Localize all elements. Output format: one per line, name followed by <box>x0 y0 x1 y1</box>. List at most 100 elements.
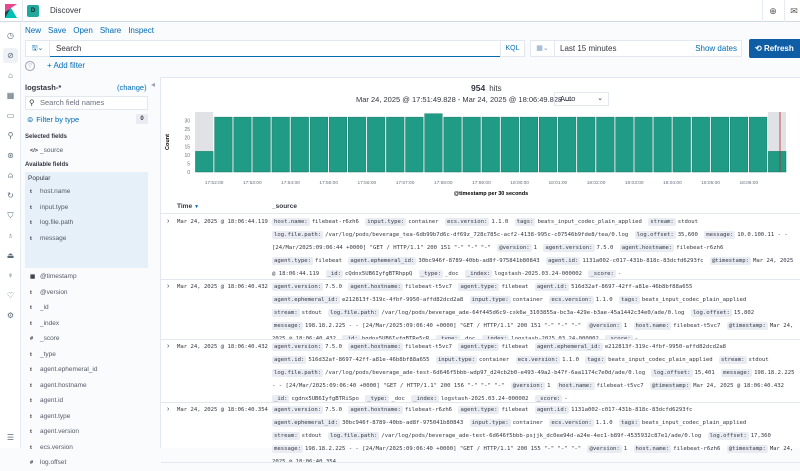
histogram-bar[interactable] <box>481 116 500 173</box>
refresh-button[interactable]: ⟲ Refresh <box>749 39 800 58</box>
histogram-bar[interactable] <box>749 116 768 173</box>
show-dates-link[interactable]: Show dates <box>695 44 737 53</box>
monitoring-heart-icon[interactable]: ♡ <box>5 290 16 301</box>
open-button[interactable]: Open <box>73 26 93 35</box>
histogram-bar[interactable] <box>768 151 787 173</box>
histogram-bar[interactable] <box>424 113 443 173</box>
field-item[interactable]: # log.offset <box>25 455 148 470</box>
histogram-bar[interactable] <box>214 116 233 173</box>
canvas-icon[interactable]: ▭ <box>5 110 16 121</box>
field-item[interactable]: t input.type <box>25 200 148 215</box>
expand-chevron-icon[interactable]: › <box>167 343 169 350</box>
histogram-bar[interactable] <box>500 116 519 173</box>
histogram-bar[interactable] <box>519 116 538 173</box>
histogram-bar[interactable] <box>195 151 214 173</box>
histogram-bar[interactable] <box>691 116 710 173</box>
source-field: _index: logstash-2025.03.24-000002 <box>411 395 528 402</box>
field-item[interactable]: t _id <box>25 300 148 315</box>
help-icon[interactable]: ⊕ <box>768 6 778 16</box>
histogram-bar[interactable] <box>405 116 424 173</box>
kql-toggle[interactable]: KQL <box>500 41 524 56</box>
histogram-bar[interactable] <box>348 116 367 173</box>
change-index-pattern-link[interactable]: (change) <box>117 83 147 92</box>
field-item[interactable]: t agent.version <box>25 424 148 439</box>
histogram-bar[interactable] <box>615 116 634 173</box>
histogram-chart[interactable]: 0 5 10 15 20 25 30 17:52:00 17:53:00 17:54:00 17:5… <box>161 108 800 203</box>
mail-icon[interactable]: ✉ <box>789 6 799 16</box>
field-item[interactable]: t @version <box>25 285 148 300</box>
discover-compass-icon[interactable]: ⊘ <box>3 48 18 63</box>
dashboard-icon[interactable]: ▦ <box>5 90 16 101</box>
expand-chevron-icon[interactable]: › <box>167 283 169 290</box>
siem-icon[interactable]: ⏏ <box>5 250 16 261</box>
histogram-bar[interactable] <box>252 116 271 173</box>
dev-tools-icon[interactable]: ♆ <box>5 270 16 281</box>
uptime-icon[interactable]: ♁ <box>5 230 16 241</box>
field-item[interactable]: t agent.ephemeral_id <box>25 362 148 377</box>
histogram-bar[interactable] <box>710 116 729 173</box>
collapse-nav-icon[interactable]: ☰ <box>5 432 16 443</box>
field-item[interactable]: t ecs.version <box>25 440 148 455</box>
field-value: filebeat-r6zh6 <box>676 245 724 251</box>
kibana-logo-icon[interactable] <box>5 4 17 18</box>
histogram-bar[interactable] <box>309 116 328 173</box>
saved-query-button[interactable]: 🖫⌄ <box>26 41 50 56</box>
visualize-icon[interactable]: ⌂ <box>5 70 16 81</box>
share-button[interactable]: Share <box>100 26 121 35</box>
field-item[interactable]: t agent.hostname <box>25 378 148 393</box>
search-input[interactable]: Search <box>56 44 81 53</box>
histogram-bar[interactable] <box>672 116 691 173</box>
field-item[interactable]: t message <box>25 231 148 246</box>
histogram-bar[interactable] <box>577 116 596 173</box>
y-tick-label: 30 <box>184 119 190 125</box>
histogram-bar[interactable] <box>538 116 558 173</box>
field-item[interactable]: t _type <box>25 347 148 362</box>
field-search-input[interactable]: ⚲ Search field names <box>25 96 148 110</box>
field-item[interactable]: t _index <box>25 316 148 331</box>
management-gear-icon[interactable]: ⚙ <box>5 310 16 321</box>
histogram-bar[interactable] <box>367 116 386 173</box>
field-item[interactable]: # _score <box>25 331 148 346</box>
recent-clock-icon[interactable]: ◷ <box>5 30 16 41</box>
inspect-button[interactable]: Inspect <box>128 26 154 35</box>
ml-icon[interactable]: ⊛ <box>5 150 16 161</box>
histogram-bar[interactable] <box>233 116 252 173</box>
histogram-bar[interactable] <box>328 116 348 173</box>
time-column-header[interactable]: Time ▼ <box>177 203 199 210</box>
histogram-bar[interactable] <box>596 116 615 173</box>
filter-options-icon[interactable]: ▽ <box>25 61 35 71</box>
app-badge[interactable]: D <box>27 5 39 17</box>
histogram-bar[interactable] <box>386 116 405 173</box>
expand-chevron-icon[interactable]: › <box>167 406 169 413</box>
field-item[interactable]: t agent.id <box>25 393 148 408</box>
time-range[interactable]: Last 15 minutes <box>560 44 616 53</box>
field-item[interactable]: t host.name <box>25 184 148 199</box>
histogram-bar[interactable] <box>558 116 577 173</box>
chevron-down-icon: ⌄ <box>597 95 603 102</box>
field-item[interactable]: t log.file.path <box>25 215 148 230</box>
histogram-bar[interactable] <box>653 116 672 173</box>
maps-icon[interactable]: ⚲ <box>5 130 16 141</box>
expand-chevron-icon[interactable]: › <box>167 218 169 225</box>
collapse-sidebar-icon[interactable]: ◂ <box>151 80 155 89</box>
field-item[interactable]: t agent.type <box>25 409 148 424</box>
histogram-bar[interactable] <box>271 116 290 173</box>
apm-icon[interactable]: ⛉ <box>5 210 16 221</box>
logs-icon[interactable]: ↻ <box>5 190 16 201</box>
histogram-bar[interactable] <box>634 116 653 173</box>
histogram-bar[interactable] <box>290 116 309 173</box>
filter-by-type-button[interactable]: ⊜ Filter by type <box>27 115 79 124</box>
field-item[interactable]: ▦ @timestamp <box>25 269 148 284</box>
y-tick-label: 20 <box>184 136 190 142</box>
metrics-icon[interactable]: ⍝ <box>5 170 16 181</box>
save-button[interactable]: Save <box>48 26 66 35</box>
field-item[interactable]: </> _source <box>25 143 148 158</box>
refresh-label: Refresh <box>763 44 794 53</box>
add-filter-button[interactable]: + Add filter <box>47 61 85 70</box>
calendar-icon[interactable]: ▦⌄ <box>531 41 555 56</box>
interval-select[interactable]: Auto ⌄ <box>554 92 609 106</box>
histogram-bar[interactable] <box>729 116 749 173</box>
histogram-bar[interactable] <box>443 116 462 173</box>
histogram-bar[interactable] <box>462 116 481 173</box>
new-button[interactable]: New <box>25 26 41 35</box>
